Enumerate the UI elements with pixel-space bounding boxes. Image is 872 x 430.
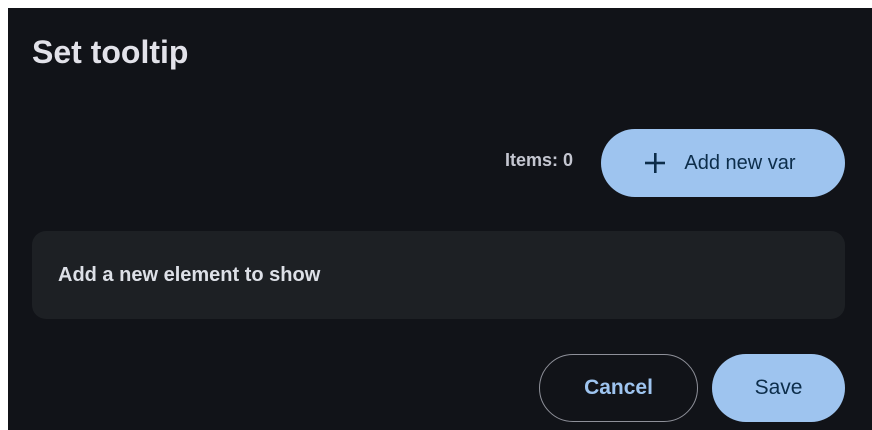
dialog-title: Set tooltip <box>32 34 189 70</box>
items-toolbar: Items: 0 Add new var <box>505 129 845 197</box>
add-new-var-button[interactable]: Add new var <box>601 129 845 197</box>
set-tooltip-dialog: Set tooltip Items: 0 Add new var Add a n… <box>8 8 872 430</box>
elements-list-empty-state: Add a new element to show <box>32 231 845 319</box>
empty-state-message: Add a new element to show <box>58 263 321 286</box>
dialog-actions: Cancel Save <box>539 354 845 422</box>
plus-icon <box>645 153 666 173</box>
cancel-button[interactable]: Cancel <box>539 354 698 422</box>
add-new-var-label: Add new var <box>684 151 796 174</box>
save-button[interactable]: Save <box>712 354 845 422</box>
items-count-label: Items: 0 <box>504 150 573 170</box>
